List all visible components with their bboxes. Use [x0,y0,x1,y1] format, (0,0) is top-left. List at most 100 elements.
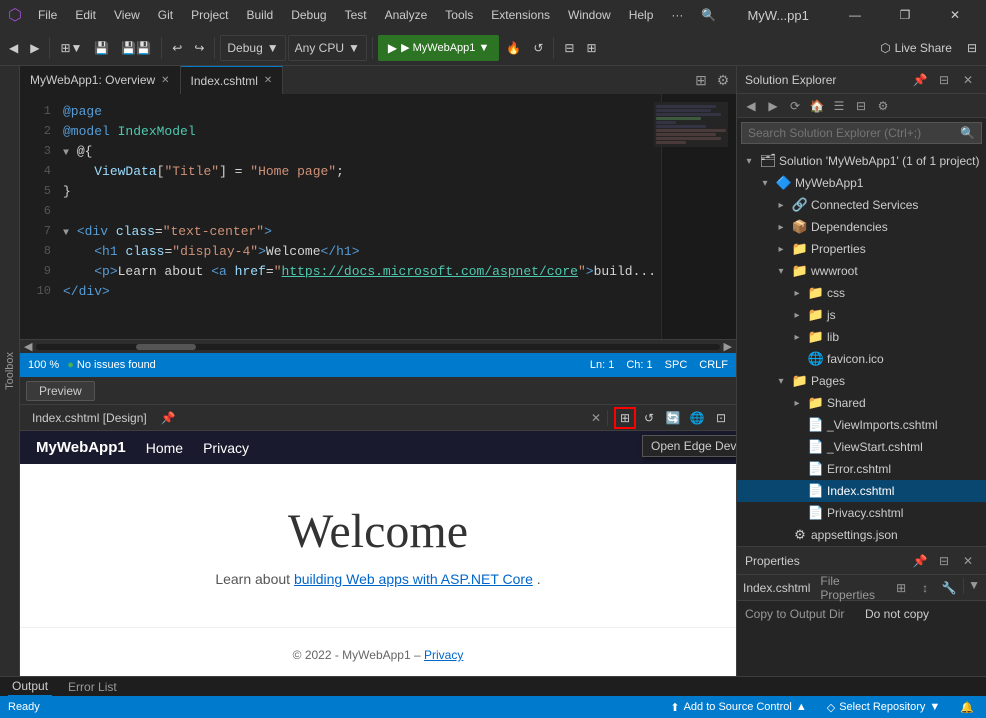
menu-test[interactable]: Test [337,6,375,24]
toolbox-label[interactable]: Toolbox [4,352,16,390]
hot-reload-button[interactable]: 🔥 [501,35,526,61]
menu-file[interactable]: File [30,6,65,24]
design-tab-close[interactable]: ✕ [591,411,601,425]
preview-nav-privacy[interactable]: Privacy [203,440,249,456]
menu-window[interactable]: Window [560,6,619,24]
tree-item-viewimports[interactable]: ▸ 📄 _ViewImports.cshtml [737,414,986,436]
browser-link-button[interactable]: ↺ [638,407,660,429]
redo-button[interactable]: ↪ [189,35,209,61]
overview-tab-close[interactable]: ✕ [161,75,169,86]
se-close-button[interactable]: ✕ [958,70,978,90]
se-pin-button[interactable]: 📌 [910,70,930,90]
se-home-button[interactable]: 🏠 [807,96,827,116]
undo-button[interactable]: ↩ [167,35,187,61]
refresh-button[interactable]: ↺ [528,35,548,61]
tree-item-error[interactable]: ▸ 📄 Error.cshtml [737,458,986,480]
prop-page-button[interactable]: 🔧 [939,578,959,598]
code-content[interactable]: 1 @page 2 @model IndexModel 3 ▼ @{ 4 Vie… [20,94,661,339]
tree-item-solution[interactable]: ▾ 🗂 Solution 'MyWebApp1' (1 of 1 project… [737,150,986,172]
debug-config-dropdown[interactable]: Debug ▼ [220,35,285,61]
output-tab[interactable]: Output [8,677,52,696]
se-filter-button[interactable]: ☰ [829,96,849,116]
save-all-button[interactable]: 💾💾 [116,35,156,61]
layout-button[interactable]: ⊞ [581,35,601,61]
code-editor[interactable]: 1 @page 2 @model IndexModel 3 ▼ @{ 4 Vie… [20,94,736,339]
menu-extensions[interactable]: Extensions [483,6,558,24]
zoom-level[interactable]: 100 % [28,359,59,371]
split-view-button[interactable]: ⊞ [692,71,710,89]
minimize-button[interactable]: — [832,0,878,30]
open-edge-devtools-button[interactable]: ⊞ [614,407,636,429]
tree-item-privacy[interactable]: ▸ 📄 Privacy.cshtml [737,502,986,524]
add-to-source-control-button[interactable]: ⬆ Add to Source Control ▲ [666,701,810,714]
tree-item-viewstart[interactable]: ▸ 📄 _ViewStart.cshtml [737,436,986,458]
tree-item-favicon[interactable]: ▸ 🌐 favicon.ico [737,348,986,370]
se-sync-button[interactable]: ⟳ [785,96,805,116]
line-ending-indicator[interactable]: CRLF [699,359,728,371]
select-repository-button[interactable]: ◇ Select Repository ▼ [823,701,945,714]
menu-build[interactable]: Build [239,6,282,24]
menu-project[interactable]: Project [183,6,236,24]
git-button[interactable]: ⊟ [559,35,579,61]
tab-settings-button[interactable]: ⚙ [714,71,732,89]
preview-nav-home[interactable]: Home [146,440,183,456]
browser-settings-button[interactable]: 🌐 [686,407,708,429]
se-back-button[interactable]: ◀ [741,96,761,116]
issues-indicator[interactable]: ● No issues found [67,359,156,371]
se-forward-button[interactable]: ▶ [763,96,783,116]
tree-item-js[interactable]: ▸ 📁 js [737,304,986,326]
preview-link[interactable]: building Web apps with ASP.NET Core [294,571,533,587]
platform-dropdown[interactable]: Any CPU ▼ [288,35,367,61]
preview-footer-link[interactable]: Privacy [424,648,463,662]
tree-item-lib[interactable]: ▸ 📁 lib [737,326,986,348]
save-button[interactable]: 💾 [89,35,114,61]
grid-toggle-button[interactable]: ⊡ [710,407,732,429]
menu-view[interactable]: View [106,6,148,24]
design-tab-label[interactable]: Index.cshtml [Design] [24,409,155,427]
menu-tools[interactable]: Tools [437,6,481,24]
design-pin-button[interactable]: 📌 [161,411,176,425]
tree-item-wwwroot[interactable]: ▾ 📁 wwwroot [737,260,986,282]
tree-item-index[interactable]: ▸ 📄 Index.cshtml [737,480,986,502]
encoding-indicator[interactable]: SPC [665,359,688,371]
menu-help[interactable]: Help [621,6,662,24]
error-list-tab[interactable]: Error List [64,678,121,696]
scroll-track[interactable] [36,344,719,350]
menu-debug[interactable]: Debug [283,6,334,24]
toolbar-more[interactable]: ⊟ [962,35,982,61]
tree-item-pages[interactable]: ▾ 📁 Pages [737,370,986,392]
prop-close-button[interactable]: ✕ [958,551,978,571]
tree-item-shared[interactable]: ▸ 📁 Shared [737,392,986,414]
forward-button[interactable]: ▶ [25,35,44,61]
hot-reload-design-button[interactable]: 🔄 [662,407,684,429]
tree-item-appsettings[interactable]: ▸ ⚙ appsettings.json [737,524,986,546]
se-float-button[interactable]: ⊟ [934,70,954,90]
tree-item-dependencies[interactable]: ▸ 📦 Dependencies [737,216,986,238]
tree-item-connected-services[interactable]: ▸ 🔗 Connected Services [737,194,986,216]
overview-tab[interactable]: MyWebApp1: Overview ✕ [20,66,181,94]
notification-button[interactable]: 🔔 [956,701,978,714]
prop-categories-button[interactable]: ⊞ [891,578,911,598]
menu-git[interactable]: Git [150,6,181,24]
horizontal-scrollbar[interactable]: ◀ ▶ [20,339,736,353]
prop-sort-button[interactable]: ↕ [915,578,935,598]
se-collapse-button[interactable]: ⊟ [851,96,871,116]
prop-pin-button[interactable]: 📌 [910,551,930,571]
tree-item-properties[interactable]: ▸ 📁 Properties [737,238,986,260]
menu-edit[interactable]: Edit [67,6,104,24]
tree-item-css[interactable]: ▸ 📁 css [737,282,986,304]
se-search-input[interactable] [748,126,956,140]
menu-extra[interactable]: ··· [663,6,691,24]
live-share-button[interactable]: ⬡ Live Share [872,35,960,61]
code-tab[interactable]: Index.cshtml ✕ [181,66,284,94]
menu-analyze[interactable]: Analyze [377,6,436,24]
maximize-button[interactable]: ❐ [882,0,928,30]
code-tab-close[interactable]: ✕ [264,75,272,86]
scroll-thumb[interactable] [136,344,196,350]
start-debug-button[interactable]: ▶▶ MyWebApp1 ▼ [378,35,499,61]
back-button[interactable]: ◀ [4,35,23,61]
tree-item-project[interactable]: ▾ 🔷 MyWebApp1 [737,172,986,194]
search-icon[interactable]: 🔍 [693,6,724,24]
prop-float-button[interactable]: ⊟ [934,551,954,571]
close-button[interactable]: ✕ [932,0,978,30]
